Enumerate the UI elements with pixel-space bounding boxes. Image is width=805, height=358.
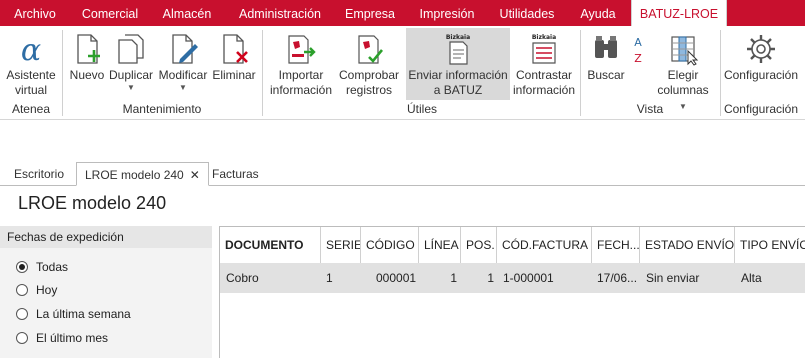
cell-fecha: 17/06... [597,271,638,285]
group-separator [262,30,263,116]
tab-lroe-modelo-240[interactable]: LROE modelo 240 ✕ [76,162,209,186]
virtual-assistant-button[interactable]: α Asistente virtual [2,28,60,100]
menu-tab-empresa[interactable]: Empresa [340,0,400,26]
cell-linea: 1 [450,271,457,285]
group-label-mantenimiento: Mantenimiento [122,102,202,116]
svg-text:A: A [634,36,642,49]
configuration-label: Configuración [723,68,799,82]
column-header-estado-envio[interactable]: ESTADO ENVÍO [640,227,735,263]
svg-text:α: α [21,33,41,66]
cell-documento: Cobro [226,271,259,285]
column-header-codigo[interactable]: CÓDIGO [361,227,419,263]
new-label: Nuevo [69,68,105,82]
radio-icon[interactable] [16,332,28,344]
menu-tab-impresion[interactable]: Impresión [414,0,480,26]
group-label-utiles: Útiles [406,102,437,116]
delete-label: Eliminar [212,68,256,82]
document-tab-strip: Escritorio LROE modelo 240 ✕ Facturas [0,162,805,186]
menu-tab-batuz-lroe[interactable]: BATUZ-LROE [631,0,727,26]
cell-cod-factura: 1-000001 [503,271,554,285]
menu-tab-almacen[interactable]: Almacén [158,0,216,26]
send-document-icon: Bizkaia [446,34,470,65]
tab-label: LROE modelo 240 [85,168,184,182]
send-to-batuz-button[interactable]: Bizkaia Enviar información a BATUZ [406,28,510,100]
check-document-icon [358,35,384,64]
menu-tab-utilidades[interactable]: Utilidades [494,0,560,26]
edit-document-icon [172,34,198,64]
svg-text:Z: Z [634,52,642,65]
binoculars-icon [595,36,617,58]
group-separator [62,30,63,116]
svg-text:Bizkaia: Bizkaia [532,34,556,41]
search-label: Buscar [587,68,625,82]
new-document-icon [77,34,100,64]
check-records-button[interactable]: Comprobar registros [334,28,404,100]
cell-pos: 1 [487,271,494,285]
column-header-pos[interactable]: POS. [461,227,497,263]
menu-tab-archivo[interactable]: Archivo [10,0,60,26]
menu-tab-administracion[interactable]: Administración [232,0,328,26]
page-title: LROE modelo 240 [18,193,167,213]
contrast-document-icon: Bizkaia [532,34,556,64]
column-header-documento[interactable]: DOCUMENTO [220,227,321,263]
tab-facturas[interactable]: Facturas [204,162,267,186]
send-to-batuz-label: Enviar información a BATUZ [408,68,508,97]
column-header-tipo-envio[interactable]: TIPO ENVÍO [735,227,805,263]
new-button[interactable]: Nuevo [66,28,108,100]
check-records-label: Comprobar registros [338,68,400,97]
main-menu-bar: Archivo Comercial Almacén Administración… [0,0,805,26]
duplicate-icon [118,34,144,64]
group-separator [580,30,581,116]
cell-tipo-envio: Alta [741,271,762,285]
cell-codigo: 000001 [376,271,416,285]
sort-az-button[interactable]: A Z [626,28,650,100]
column-header-linea[interactable]: LÍNEA [419,227,461,263]
import-document-icon [288,35,316,64]
import-info-label: Importar información [270,68,333,97]
radio-icon[interactable] [16,308,28,320]
menu-tab-ayuda[interactable]: Ayuda [574,0,622,26]
column-header-serie[interactable]: SERIE [321,227,361,263]
group-separator [720,30,721,116]
close-icon[interactable]: ✕ [190,168,200,182]
column-header-fecha[interactable]: FECH... [592,227,640,263]
delete-document-icon [223,34,248,64]
import-info-button[interactable]: Importar información [270,28,332,100]
choose-columns-button[interactable]: Elegir columnas ▼ [652,28,714,111]
contrast-info-label: Contrastar información [512,68,576,97]
dropdown-caret-icon: ▼ [127,83,135,92]
radio-selected-icon[interactable] [16,261,28,273]
table-row[interactable]: Cobro 1 000001 1 1 1-000001 17/06... Sin… [220,263,805,293]
alpha-icon: α [21,33,41,66]
cell-serie: 1 [326,271,333,285]
gear-icon [747,35,775,63]
group-label-atenea: Atenea [11,102,51,116]
tab-escritorio[interactable]: Escritorio [6,162,72,186]
virtual-assistant-label: Asistente virtual [6,68,56,97]
duplicate-button[interactable]: Duplicar ▼ [106,28,156,100]
delete-button[interactable]: Eliminar [212,28,256,100]
modify-button[interactable]: Modificar ▼ [156,28,210,100]
radio-icon[interactable] [16,284,28,296]
svg-text:Bizkaia: Bizkaia [446,34,470,41]
records-grid: DOCUMENTO SERIE CÓDIGO LÍNEA POS. CÓD.FA… [219,226,805,358]
cell-estado-envio: Sin enviar [646,271,700,285]
group-label-vista: Vista [636,102,664,116]
modify-label: Modificar ▼ [156,68,210,93]
date-filter-panel: Fechas de expedición Todas Hoy La última… [0,226,212,358]
dropdown-caret-icon: ▼ [179,83,187,92]
duplicate-label: Duplicar ▼ [106,68,156,93]
group-label-configuracion: Configuración [723,102,799,116]
configuration-button[interactable]: Configuración [722,28,800,100]
sort-az-icon: A Z [634,36,642,65]
column-header-cod-factura[interactable]: CÓD.FACTURA [497,227,592,263]
filter-title: Fechas de expedición [0,226,212,248]
columns-icon [671,36,699,66]
ribbon: α Asistente virtual Atenea Nuevo Duplica… [0,26,805,120]
contrast-info-button[interactable]: Bizkaia Contrastar información [512,28,576,100]
menu-tab-comercial[interactable]: Comercial [74,0,146,26]
